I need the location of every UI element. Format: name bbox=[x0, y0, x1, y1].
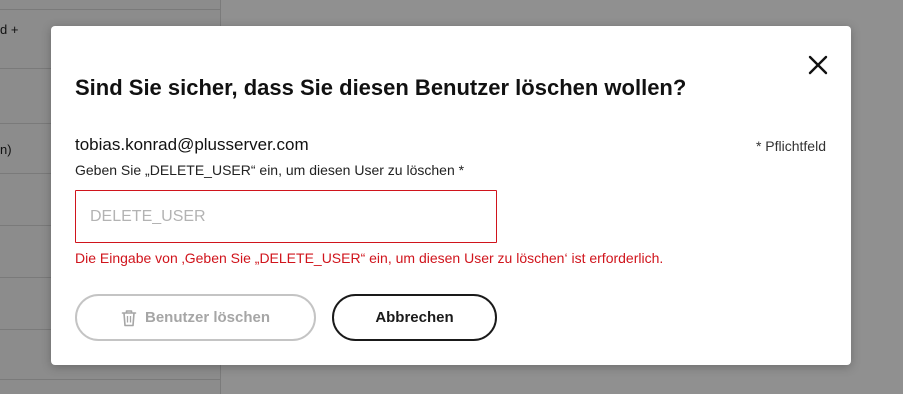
confirm-delete-input[interactable] bbox=[75, 190, 497, 243]
trash-icon bbox=[121, 309, 137, 327]
delete-user-button[interactable]: Benutzer löschen bbox=[75, 294, 316, 341]
user-email: tobias.konrad@plusserver.com bbox=[75, 135, 309, 154]
delete-user-dialog: Sind Sie sicher, dass Sie diesen Benutze… bbox=[51, 26, 851, 365]
validation-error: Die Eingabe von ‚Geben Sie „DELETE_USER“… bbox=[75, 250, 664, 266]
delete-user-button-label: Benutzer löschen bbox=[144, 309, 271, 326]
close-button[interactable] bbox=[807, 54, 829, 76]
cancel-button[interactable]: Abbrechen bbox=[332, 294, 497, 341]
cancel-button-label: Abbrechen bbox=[375, 309, 454, 326]
dialog-title: Sind Sie sicher, dass Sie diesen Benutze… bbox=[75, 75, 687, 100]
required-field-note: * Pflichtfeld bbox=[755, 138, 826, 154]
confirm-field-label: Geben Sie „DELETE_USER“ ein, um diesen U… bbox=[75, 162, 465, 178]
background-row bbox=[0, 0, 220, 10]
close-icon bbox=[808, 55, 828, 75]
background-row-text: n) bbox=[0, 142, 12, 157]
background-row-text: d + bbox=[0, 22, 19, 37]
